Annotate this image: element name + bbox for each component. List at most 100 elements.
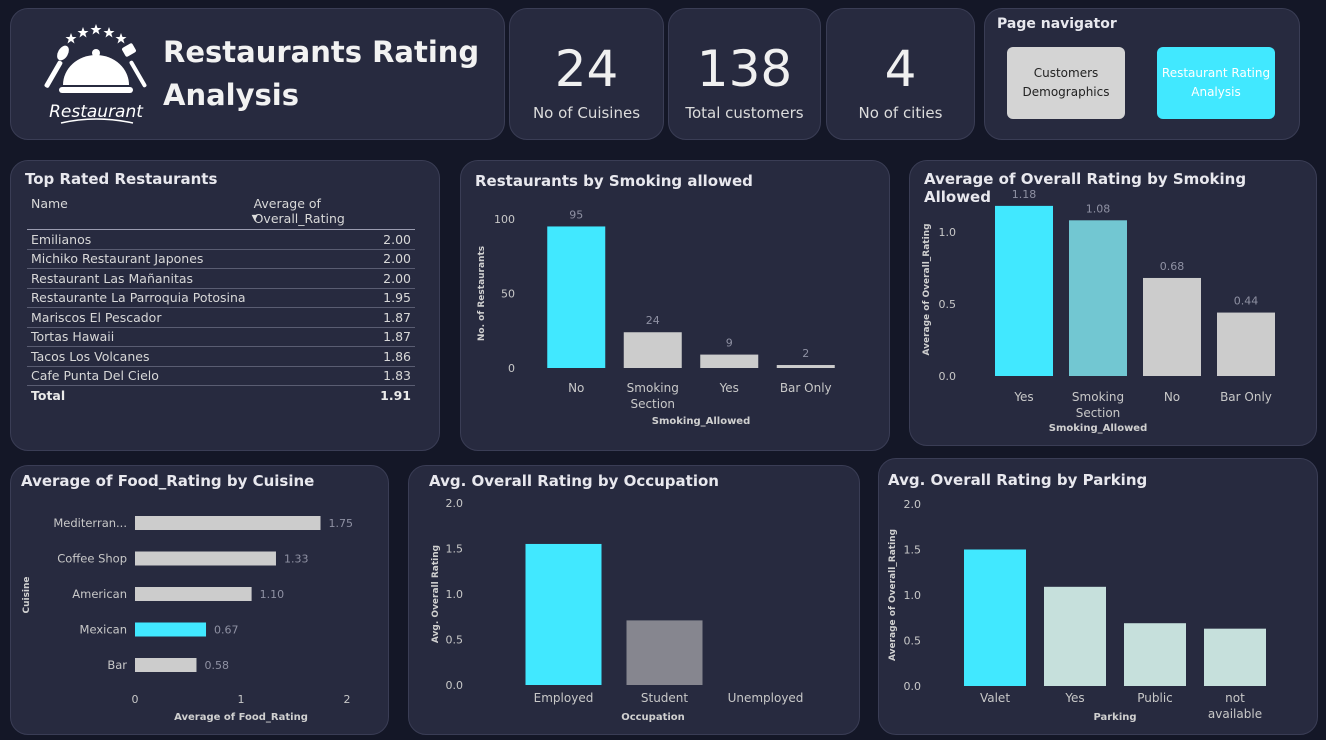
data-label: 24 (646, 314, 660, 327)
bar-yes[interactable] (1044, 586, 1106, 686)
y-tick-label: 2.0 (904, 498, 922, 511)
header-card: Restaurant Restaurants Rating Analysis (10, 8, 505, 140)
restaurant-rating: 1.87 (249, 327, 415, 347)
total-value: 1.91 (380, 387, 411, 403)
avg-smoking-chart: Average of Overall_Rating 0.0 0.5 1.0 1.18 Ye… (922, 188, 1275, 434)
data-label: 1.75 (329, 517, 354, 530)
nav-button-customers-demographics[interactable]: Customers Demographics (1007, 47, 1125, 119)
x-axis-title: Parking (1093, 712, 1136, 723)
x-tick-label: Yes (1064, 691, 1084, 705)
bar-yes[interactable] (995, 205, 1053, 376)
column-header-name[interactable]: Name (27, 193, 250, 230)
x-tick-label: Yes (1013, 390, 1033, 404)
nav-button-restaurant-rating-analysis[interactable]: Restaurant Rating Analysis (1157, 47, 1275, 119)
bar-mediterran-[interactable] (135, 516, 321, 530)
table-row[interactable]: Michiko Restaurant Japones 2.00 (27, 249, 415, 269)
restaurant-name: Tacos Los Volcanes (27, 346, 250, 367)
x-tick-label: 0 (132, 693, 139, 706)
bar-public[interactable] (1124, 623, 1186, 686)
kpi-value: 24 (554, 40, 619, 98)
bar-mexican[interactable] (135, 622, 207, 637)
restaurant-rating: 2.00 (249, 229, 415, 250)
bar-not-available[interactable] (1204, 628, 1266, 686)
table-row[interactable]: Emilianos 2.00 (27, 229, 415, 250)
table-row[interactable]: Restaurant Las Mañanitas 2.00 (27, 268, 415, 289)
bar-bar-only[interactable] (776, 365, 835, 368)
x-tick-label: Public (1137, 691, 1173, 705)
kpi-card-cities: 4 No of cities (826, 8, 975, 140)
y-tick-label: 1.5 (446, 543, 464, 556)
y-tick-label: 0.0 (446, 679, 464, 692)
restaurant-rating: 1.83 (249, 366, 415, 386)
bar-bar-only[interactable] (1217, 312, 1275, 376)
y-tick-label: 1.5 (904, 544, 922, 557)
x-tick-label: Student (641, 691, 689, 705)
bar-coffee-shop[interactable] (135, 551, 276, 566)
table-total-row: Total 1.91 (27, 386, 415, 405)
table-row[interactable]: Restaurante La Parroquia Potosina 1.95 (27, 288, 415, 308)
y-tick-label: 0.5 (904, 635, 922, 648)
y-tick-label: Mexican (80, 623, 127, 637)
bar-student[interactable] (626, 620, 703, 685)
table-row[interactable]: Mariscos El Pescador 1.87 (27, 307, 415, 328)
food-rating-chart: Cuisine 1.75 Mediterran... 1.33 Coffee Shop 1… (22, 516, 354, 723)
x-tick-label: Bar Only (780, 381, 832, 395)
data-label: 0.58 (204, 659, 229, 672)
kpi-label: Total customers (685, 104, 804, 122)
x-tick-label: Employed (534, 691, 594, 705)
y-tick-label: 100 (494, 213, 515, 226)
bar-yes[interactable] (700, 354, 759, 368)
bar-bar[interactable] (135, 658, 197, 672)
restaurant-logo-icon: Restaurant (44, 24, 147, 124)
x-tick-label: Valet (980, 691, 1010, 705)
table-row[interactable]: Cafe Punta Del Cielo 1.83 (27, 366, 415, 386)
data-label: 95 (569, 208, 583, 221)
x-tick-label: 2 (344, 693, 351, 706)
top-rated-table: Name Average of Overall_Rating ▼ Emilian… (27, 193, 415, 405)
data-label: 1.08 (1086, 202, 1111, 215)
restaurant-rating: 2.00 (249, 268, 415, 289)
table-row[interactable]: Tacos Los Volcanes 1.86 (27, 346, 415, 367)
data-label: 1.10 (260, 588, 285, 601)
x-tick-label: 1 (238, 693, 245, 706)
page-title: Restaurants Rating Analysis (163, 35, 480, 112)
data-label: 1.18 (1012, 188, 1037, 201)
y-tick-label: Bar (107, 658, 127, 672)
y-axis-title: Avg. Overall Rating (431, 545, 441, 643)
data-label: 9 (726, 337, 733, 350)
y-tick-label: 1.0 (904, 589, 922, 602)
data-label: 2 (802, 347, 809, 360)
food-rating-chart-card: Average of Food_Rating by Cuisine Cuisin… (10, 465, 389, 735)
restaurant-name: Michiko Restaurant Japones (27, 249, 250, 269)
x-tick-label: Smoking Section (1072, 390, 1124, 420)
smoking-chart-card: Restaurants by Smoking allowed No. of Re… (460, 160, 890, 451)
kpi-value: 4 (884, 40, 917, 98)
bar-no[interactable] (1143, 277, 1201, 376)
x-axis-title: Smoking_Allowed (652, 416, 751, 427)
table-row[interactable]: Tortas Hawaii 1.87 (27, 327, 415, 347)
y-tick-label: 2.0 (446, 497, 464, 510)
restaurant-rating: 1.86 (249, 346, 415, 367)
y-tick-label: 50 (501, 288, 515, 301)
x-tick-label: Yes (719, 381, 739, 395)
y-tick-label: 0.5 (446, 634, 464, 647)
restaurant-rating: 1.87 (249, 307, 415, 328)
total-label: Total (31, 387, 66, 403)
kpi-value: 138 (696, 40, 793, 98)
bar-employed[interactable] (525, 543, 602, 685)
column-header-rating[interactable]: Average of Overall_Rating ▼ (249, 193, 415, 230)
bar-american[interactable] (135, 587, 252, 601)
bar-smoking-section[interactable] (623, 332, 682, 368)
top-rated-card: Top Rated Restaurants Name Average of Ov… (10, 160, 440, 451)
y-axis-title: Average of Overall_Rating (888, 529, 898, 661)
top-rated-title: Top Rated Restaurants (25, 170, 218, 188)
restaurant-rating: 1.95 (249, 288, 415, 308)
bar-smoking-section[interactable] (1069, 220, 1127, 376)
bar-valet[interactable] (964, 549, 1026, 687)
data-label: 1.33 (284, 553, 309, 566)
bar-no[interactable] (547, 226, 606, 368)
x-tick-label: Unemployed (728, 691, 804, 705)
y-tick-label: 0.0 (904, 680, 922, 693)
data-label: 0.44 (1234, 295, 1259, 308)
occupation-chart: Avg. Overall Rating 0.0 0.5 1.0 1.5 2.0 Employ… (431, 497, 804, 723)
